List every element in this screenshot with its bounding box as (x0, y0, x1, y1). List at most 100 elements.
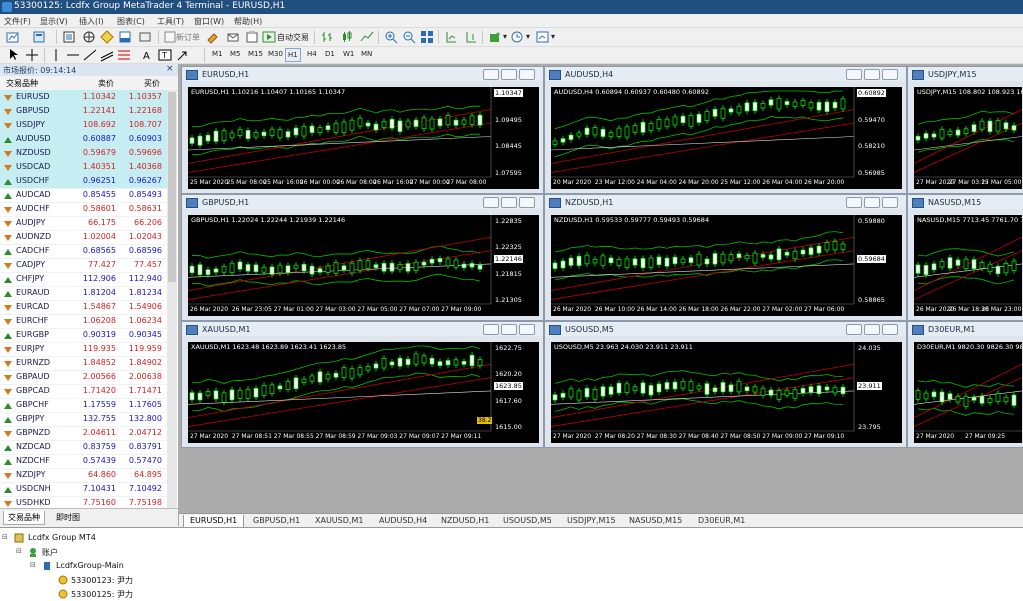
scrollbar-thumb[interactable] (168, 92, 176, 282)
close-icon[interactable] (882, 69, 898, 80)
market-watch-row[interactable]: AUDCAD 0.85455 0.85493 (0, 188, 167, 203)
market-watch-row[interactable]: USDCHF 0.96251 0.96267 (0, 174, 167, 189)
minimize-icon[interactable] (483, 69, 499, 80)
market-watch-row[interactable]: EURGBP 0.90319 0.90345 (0, 328, 167, 343)
market-watch-row[interactable]: CADCHF 0.68565 0.68596 (0, 244, 167, 259)
market-watch-row[interactable]: EURAUD 1.81204 1.81234 (0, 286, 167, 301)
chart-tab[interactable]: NASUSD,M15 (623, 515, 688, 527)
timeframe-m30[interactable]: M30 (266, 48, 285, 60)
indicators-dropdown-icon[interactable]: ▾ (503, 32, 507, 41)
chart-canvas[interactable]: USDJPY,M15 108.802 108.923 108.60 27 Mar … (914, 87, 1022, 189)
chart-window-caption[interactable]: EURUSD,H1 (182, 67, 543, 81)
market-watch-row[interactable]: GBPUSD 1.22141 1.22168 (0, 104, 167, 119)
tab-tick-chart[interactable]: 即时图 (52, 511, 84, 524)
market-watch-icon[interactable] (62, 30, 76, 44)
accounts-node[interactable]: 账户 (42, 547, 58, 558)
maximize-icon[interactable] (501, 197, 517, 208)
server-node[interactable]: LcdfxGroup-Main (56, 561, 124, 570)
market-watch-row[interactable]: NZDCHF 0.57439 0.57470 (0, 454, 167, 469)
timeframe-d1[interactable]: D1 (323, 48, 337, 60)
zoom-in-icon[interactable] (384, 30, 398, 44)
bar-chart-icon[interactable] (320, 30, 334, 44)
chart-window-caption[interactable]: XAUUSD,M1 (182, 322, 543, 336)
indicators-icon[interactable] (488, 30, 502, 44)
chart-canvas[interactable]: XAUUSD,M1 1623.48 1623.89 1623.41 1623.8… (188, 342, 539, 443)
crosshair-icon[interactable] (25, 48, 39, 62)
column-ask[interactable]: 买价 (144, 78, 160, 89)
timeframe-mn[interactable]: MN (359, 48, 374, 60)
maximize-icon[interactable] (501, 69, 517, 80)
data-window-icon[interactable] (82, 30, 96, 44)
account-item-1[interactable]: 53300123: 尹力 (71, 575, 133, 586)
chart-window-caption[interactable]: D30EUR,M1 (908, 322, 1023, 336)
menu-view[interactable]: 显示(V) (40, 16, 68, 27)
column-symbol[interactable]: 交易品种 (6, 78, 38, 89)
trendline-icon[interactable] (83, 48, 97, 62)
market-watch-row[interactable]: NZDJPY 64.860 64.895 (0, 468, 167, 483)
chart-window-caption[interactable]: NASUSD,M15 (908, 195, 1023, 209)
market-watch-row[interactable]: EURCHF 1.06208 1.06234 (0, 314, 167, 329)
menu-file[interactable]: 文件(F) (4, 16, 31, 27)
signals-icon[interactable] (226, 30, 240, 44)
chart-tab[interactable]: USDJPY,M15 (561, 515, 622, 527)
maximize-icon[interactable] (864, 324, 880, 335)
maximize-icon[interactable] (501, 324, 517, 335)
chart-canvas[interactable]: NZDUSD,H1 0.59533 0.59777 0.59493 0.5968… (551, 215, 902, 316)
chart-window[interactable]: NZDUSD,H1 NZDUSD,H1 0.59533 0.59777 0.594… (544, 194, 907, 321)
navigator-root[interactable]: Lcdfx Group MT4 (28, 533, 96, 542)
chart-window-caption[interactable]: NZDUSD,H1 (545, 195, 906, 209)
new-order-button[interactable]: 新订单 (176, 32, 200, 43)
chart-tab[interactable]: USOUSD,M5 (497, 515, 558, 527)
market-watch-row[interactable]: GBPCAD 1.71420 1.71471 (0, 384, 167, 399)
templates-dropdown-icon[interactable]: ▾ (551, 32, 555, 41)
profiles-icon[interactable] (32, 30, 46, 44)
market-watch-row[interactable]: AUDNZD 1.02004 1.02043 (0, 230, 167, 245)
collapse-accounts-icon[interactable]: ⊟ (16, 547, 22, 555)
timeframe-h1[interactable]: H1 (285, 48, 301, 62)
horizontal-line-icon[interactable] (66, 48, 80, 62)
chart-tab[interactable]: GBPUSD,H1 (247, 515, 306, 527)
close-icon[interactable] (519, 69, 535, 80)
periods-icon[interactable] (510, 30, 524, 44)
column-bid[interactable]: 卖价 (98, 78, 114, 89)
chart-window-caption[interactable]: GBPUSD,H1 (182, 195, 543, 209)
chart-window-caption[interactable]: USDJPY,M15 (908, 67, 1023, 81)
new-chart-icon[interactable] (6, 30, 20, 44)
autotrading-button[interactable]: 自动交易 (277, 32, 309, 43)
zoom-out-icon[interactable] (402, 30, 416, 44)
chart-canvas[interactable]: NASUSD,M15 7713.45 7761.70 770326 Mar 20… (914, 215, 1022, 316)
menu-window[interactable]: 窗口(W) (194, 16, 224, 27)
candlestick-icon[interactable] (340, 30, 354, 44)
strategy-tester-icon[interactable] (138, 30, 152, 44)
autotrading-icon[interactable] (262, 30, 276, 44)
collapse-icon[interactable]: ⊟ (2, 533, 8, 541)
navigator-icon[interactable] (100, 30, 114, 44)
market-watch-row[interactable]: USDCNH 7.10431 7.10492 (0, 482, 167, 497)
tile-windows-icon[interactable] (420, 30, 434, 44)
market-watch-row[interactable]: AUDUSD 0.60887 0.60903 (0, 132, 167, 147)
chart-tab[interactable]: XAUUSD,M1 (309, 515, 369, 527)
chart-tab[interactable]: D30EUR,M1 (692, 515, 751, 527)
metaeditor-icon[interactable] (206, 30, 220, 44)
chart-window[interactable]: NASUSD,M15 NASUSD,M15 7713.45 7761.70 770… (907, 194, 1023, 321)
chart-window-caption[interactable]: AUDUSD,H4 (545, 67, 906, 81)
account-item-2[interactable]: 53300125: 尹力 (71, 589, 133, 600)
market-watch-row[interactable]: GBPCHF 1.17559 1.17605 (0, 398, 167, 413)
minimize-icon[interactable] (483, 324, 499, 335)
chart-tab[interactable]: NZDUSD,H1 (435, 515, 495, 527)
chart-window[interactable]: EURUSD,H1 EURUSD,H1 1.10216 1.10407 1.101… (181, 66, 544, 194)
collapse-server-icon[interactable]: ⊟ (30, 561, 36, 569)
minimize-icon[interactable] (846, 324, 862, 335)
market-watch-row[interactable]: EURJPY 119.935 119.959 (0, 342, 167, 357)
timeframe-m1[interactable]: M1 (210, 48, 225, 60)
chart-tab[interactable]: AUDUSD,H4 (373, 515, 433, 527)
close-icon[interactable] (882, 197, 898, 208)
chart-shift-icon[interactable] (464, 30, 478, 44)
fibonacci-icon[interactable] (117, 48, 131, 62)
maximize-icon[interactable] (864, 69, 880, 80)
market-watch-scrollbar[interactable] (167, 90, 177, 520)
text-icon[interactable]: A (140, 48, 154, 62)
line-chart-icon[interactable] (360, 30, 374, 44)
text-label-icon[interactable]: T (158, 48, 172, 62)
market-watch-row[interactable]: EURNZD 1.84852 1.84902 (0, 356, 167, 371)
